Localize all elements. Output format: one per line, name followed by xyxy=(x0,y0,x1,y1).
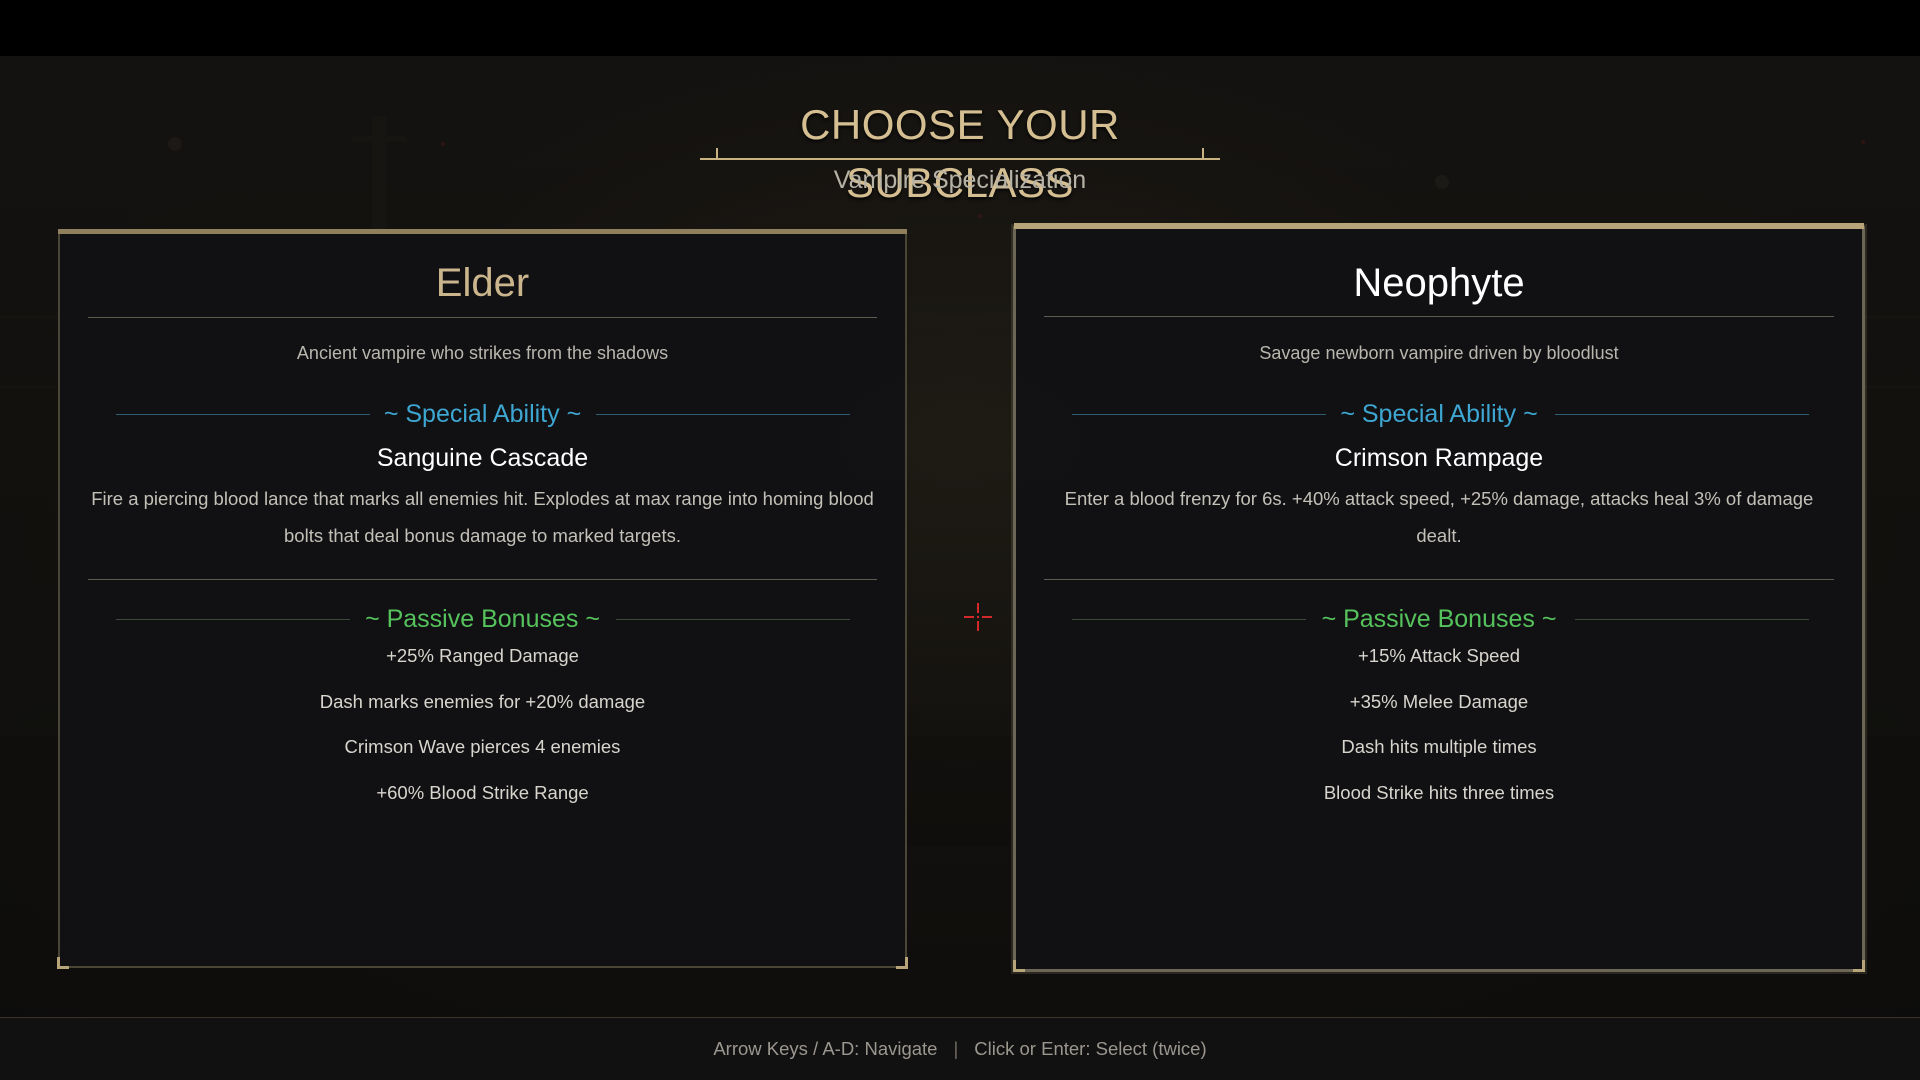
subclass-name: Elder xyxy=(435,261,530,305)
title-block: CHOOSE YOUR SUBCLASS xyxy=(700,96,1220,206)
hint-separator: | xyxy=(953,1038,959,1059)
passive-bonuses-heading: ~ Passive Bonuses ~ xyxy=(365,605,600,633)
ability-divider xyxy=(88,579,877,580)
subclass-card-elder[interactable]: Elder Ancient vampire who strikes from t… xyxy=(57,229,908,969)
passive-bonus-item: Crimson Wave pierces 4 enemies xyxy=(344,736,621,757)
passive-bonus-item: Blood Strike hits three times xyxy=(1323,781,1555,803)
select-hint: Click or Enter: Select (twice) xyxy=(974,1038,1207,1059)
passive-bonuses-heading: ~ Passive Bonuses ~ xyxy=(1321,605,1557,633)
title-underline xyxy=(700,158,1220,160)
subclass-card-neophyte[interactable]: Neophyte Savage newborn vampire driven b… xyxy=(1013,223,1865,972)
passive-bonus-item: Dash marks enemies for +20% damage xyxy=(319,690,646,712)
ability-description: Fire a piercing blood lance that marks a… xyxy=(91,488,874,546)
passive-bonus-list: +25% Ranged Damage Dash marks enemies fo… xyxy=(60,644,905,826)
passive-bonus-item: +60% Blood Strike Range xyxy=(376,781,589,803)
special-ability-heading: ~ Special Ability ~ xyxy=(1340,400,1538,428)
ability-description: Enter a blood frenzy for 6s. +40% attack… xyxy=(1064,488,1814,546)
passive-bonus-item: +25% Ranged Damage xyxy=(386,645,579,666)
ability-name: Sanguine Cascade xyxy=(376,444,589,472)
name-divider xyxy=(88,317,877,318)
card-top-border xyxy=(58,229,907,234)
controls-hint: Arrow Keys / A-D: Navigate | Click or Ente… xyxy=(0,1038,1920,1060)
crosshair-icon xyxy=(964,603,992,631)
subclass-description: Ancient vampire who strikes from the sha… xyxy=(296,343,669,363)
card-corner-bottom-right xyxy=(1853,960,1865,972)
passive-bonus-item: +35% Melee Damage xyxy=(1349,690,1529,712)
passive-bonus-list: +15% Attack Speed +35% Melee Damage Dash… xyxy=(1016,644,1862,826)
page-subtitle: Vampire Specialization xyxy=(833,166,1087,194)
ability-name: Crimson Rampage xyxy=(1334,444,1544,472)
card-corner-bottom-left xyxy=(1013,960,1025,972)
title-underline-tick-left xyxy=(716,148,718,160)
ability-divider xyxy=(1044,579,1834,580)
passive-bonus-item: +15% Attack Speed xyxy=(1358,645,1520,666)
title-underline-tick-right xyxy=(1202,148,1204,160)
letterbox-top xyxy=(0,0,1920,56)
navigate-hint: Arrow Keys / A-D: Navigate xyxy=(713,1038,938,1059)
special-ability-heading: ~ Special Ability ~ xyxy=(383,400,582,428)
name-divider xyxy=(1044,316,1834,317)
subclass-name: Neophyte xyxy=(1353,261,1525,305)
passive-bonus-item: Dash hits multiple times xyxy=(1341,736,1537,757)
card-corner-bottom-right xyxy=(896,957,908,969)
card-corner-bottom-left xyxy=(57,957,69,969)
card-top-border xyxy=(1014,223,1864,229)
subclass-description: Savage newborn vampire driven by bloodlu… xyxy=(1259,343,1619,363)
